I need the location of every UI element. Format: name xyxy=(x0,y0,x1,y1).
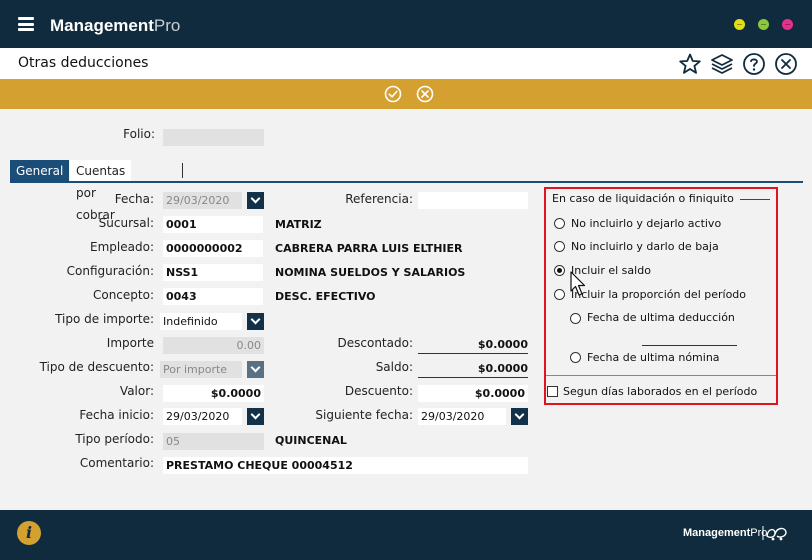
saldo-label: Saldo: xyxy=(375,360,413,374)
company-logo-icon xyxy=(762,526,787,541)
sucursal-code-input[interactable]: 0001 xyxy=(163,216,263,233)
cancel-icon[interactable] xyxy=(416,85,434,103)
concepto-name: DESC. EFECTIVO xyxy=(275,290,376,303)
close-window-button[interactable] xyxy=(782,19,793,30)
tab-separator xyxy=(182,163,183,178)
radio-no-incluir-activo[interactable] xyxy=(554,218,565,229)
radio-incluir-saldo[interactable] xyxy=(554,265,565,276)
info-icon[interactable]: i xyxy=(17,521,41,545)
minimize-button[interactable] xyxy=(734,19,745,30)
group-divider xyxy=(546,375,776,376)
fecha-inicio-dropdown-button[interactable] xyxy=(247,408,264,425)
descontado-underline xyxy=(418,353,528,354)
folio-label: Folio: xyxy=(123,127,155,141)
descontado-value: $0.0000 xyxy=(477,338,528,351)
descuento-label: Descuento: xyxy=(344,384,413,398)
radio-incluir-proporcion[interactable] xyxy=(554,289,565,300)
legend-line xyxy=(740,199,770,200)
checkbox-dias-laborados-label: Segun días laborados en el período xyxy=(563,385,758,398)
concepto-code-input[interactable]: 0043 xyxy=(163,288,263,305)
empleado-name: CABRERA PARRA LUIS ELTHIER xyxy=(275,242,463,255)
menu-icon[interactable] xyxy=(18,17,34,31)
comentario-label: Comentario: xyxy=(79,456,154,470)
folio-input[interactable] xyxy=(163,129,264,146)
checkbox-dias-laborados[interactable] xyxy=(547,386,558,397)
star-icon[interactable] xyxy=(678,52,702,76)
footer-bar: i ManagementPro xyxy=(0,510,812,560)
option-fecha-ultima-nomina-label: Fecha de ultima nómina xyxy=(587,351,720,364)
valor-input[interactable]: $0.0000 xyxy=(163,385,264,402)
check-icon[interactable] xyxy=(384,85,402,103)
sucursal-label: Sucursal: xyxy=(98,216,154,230)
valor-label: Valor: xyxy=(119,384,154,398)
action-bar xyxy=(0,79,812,109)
option-no-incluir-activo-label: No incluirlo y dejarlo activo xyxy=(571,217,722,230)
radio-no-incluir-baja[interactable] xyxy=(554,241,565,252)
saldo-underline xyxy=(418,377,528,378)
option-no-incluir-baja-label: No incluirlo y darlo de baja xyxy=(571,240,719,253)
page-title: Otras deducciones xyxy=(18,55,149,71)
concepto-label: Concepto: xyxy=(92,288,154,302)
configuracion-name: NOMINA SUELDOS Y SALARIOS xyxy=(275,266,466,279)
footer-brand: ManagementPro xyxy=(683,527,768,539)
configuracion-label: Configuración: xyxy=(66,264,154,278)
configuracion-code-input[interactable]: NSS1 xyxy=(163,264,263,281)
fecha-label: Fecha: xyxy=(114,192,154,206)
fecha-inicio-label: Fecha inicio: xyxy=(79,408,154,422)
close-circle-icon[interactable] xyxy=(774,52,798,76)
tab-cuentas-por-cobrar[interactable]: Cuentas por cobrar xyxy=(70,160,132,222)
mouse-cursor-icon xyxy=(570,271,586,296)
referencia-input[interactable] xyxy=(418,192,528,209)
page-header: Otras deducciones xyxy=(0,48,812,79)
tipo-importe-label: Tipo de importe: xyxy=(55,312,154,326)
title-bar: ManagementPro xyxy=(0,0,812,48)
siguiente-fecha-label: Siguiente fecha: xyxy=(315,408,413,422)
saldo-value: $0.0000 xyxy=(477,362,528,375)
empleado-label: Empleado: xyxy=(90,240,154,254)
referencia-label: Referencia: xyxy=(345,192,413,206)
importe-input[interactable]: 0.00 xyxy=(163,337,264,354)
comentario-input[interactable]: PRESTAMO CHEQUE 00004512 xyxy=(163,457,528,474)
descuento-input[interactable]: $0.0000 xyxy=(418,385,528,402)
help-icon[interactable] xyxy=(742,52,766,76)
tipo-descuento-label: Tipo de descuento: xyxy=(39,360,154,374)
option-incluir-proporcion-label: Incluir la proporción del período xyxy=(571,288,747,301)
fecha-dropdown-button[interactable] xyxy=(247,192,264,209)
tab-underline xyxy=(10,181,803,183)
layers-icon[interactable] xyxy=(710,52,734,76)
fecha-input[interactable]: 29/03/2020 xyxy=(163,192,242,209)
tab-general[interactable]: General xyxy=(10,160,70,182)
app-brand: ManagementPro xyxy=(50,16,181,35)
descontado-label: Descontado: xyxy=(337,336,413,350)
maximize-button[interactable] xyxy=(758,19,769,30)
sub-option-separator xyxy=(642,345,737,346)
tipo-periodo-code-input[interactable]: 05 xyxy=(163,433,264,450)
radio-fecha-ultima-deduccion[interactable] xyxy=(570,313,581,324)
siguiente-fecha-dropdown-button[interactable] xyxy=(511,408,528,425)
sucursal-name: MATRIZ xyxy=(275,218,322,231)
liquidacion-legend: En caso de liquidación o finiquito xyxy=(552,192,736,205)
empleado-code-input[interactable]: 0000000002 xyxy=(163,240,263,257)
tipo-descuento-select[interactable]: Por importe xyxy=(160,361,242,378)
fecha-inicio-input[interactable]: 29/03/2020 xyxy=(163,408,242,425)
tipo-descuento-dropdown-button[interactable] xyxy=(247,361,264,378)
tipo-periodo-name: QUINCENAL xyxy=(275,434,347,447)
tipo-importe-select[interactable]: Indefinido xyxy=(160,313,242,330)
tipo-periodo-label: Tipo período: xyxy=(75,432,154,446)
importe-label: Importe xyxy=(106,336,154,350)
option-fecha-ultima-deduccion-label: Fecha de ultima deducción xyxy=(587,311,735,324)
siguiente-fecha-input[interactable]: 29/03/2020 xyxy=(418,408,506,425)
tipo-importe-dropdown-button[interactable] xyxy=(247,313,264,330)
radio-fecha-ultima-nomina[interactable] xyxy=(570,352,581,363)
